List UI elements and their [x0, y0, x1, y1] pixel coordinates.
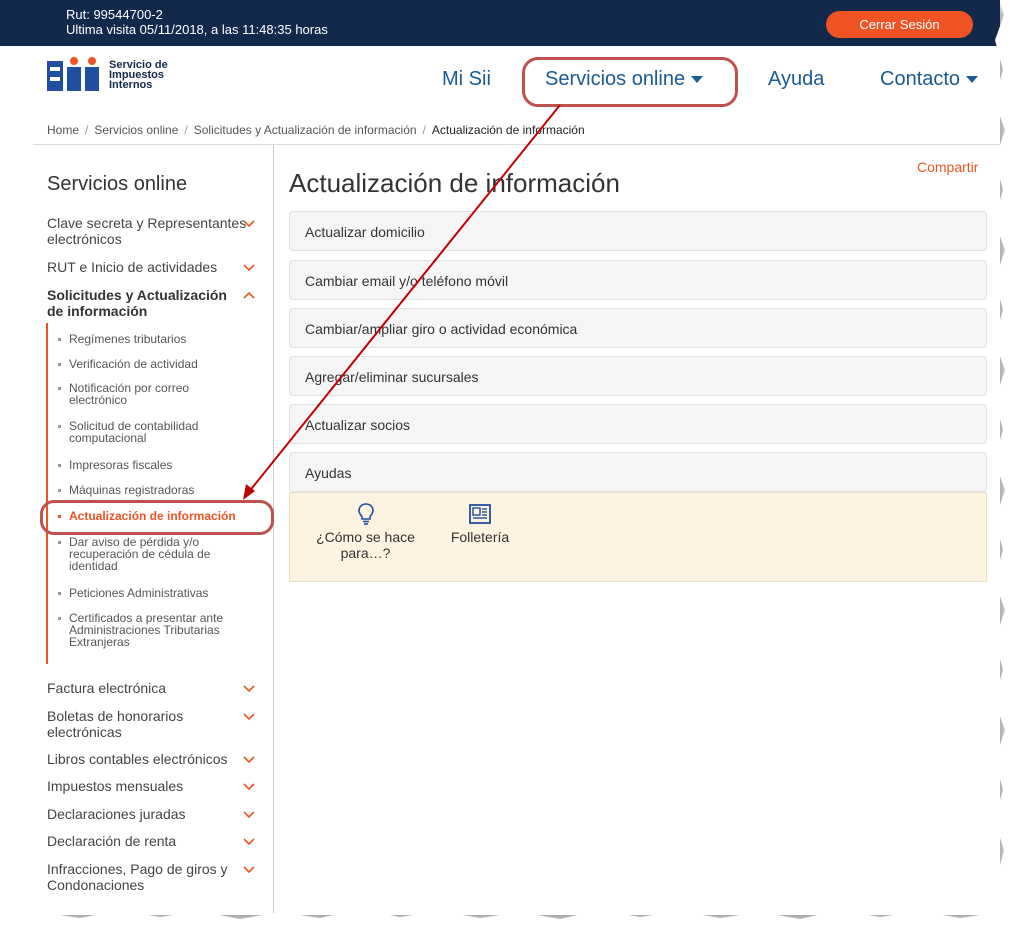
chevron-down-icon[interactable]	[243, 713, 255, 723]
submenu-item-maquinas[interactable]: Máquinas registradoras	[58, 484, 258, 496]
panel-sucursales[interactable]: Agregar/eliminar sucursales	[289, 356, 987, 396]
sidebar-title: Servicios online	[47, 173, 188, 195]
sii-logo-text: Servicio de Impuestos Internos	[109, 60, 168, 91]
chevron-down-icon[interactable]	[243, 811, 255, 821]
panel-label: Cambiar email y/o teléfono móvil	[305, 273, 509, 289]
panel-cambiar-email[interactable]: Cambiar email y/o teléfono móvil	[289, 260, 987, 300]
chevron-down-icon[interactable]	[243, 264, 255, 274]
rut-label: Rut: 99544700-2	[66, 7, 163, 22]
panel-label: Actualizar domicilio	[305, 224, 425, 240]
nav-contacto-label: Contacto	[880, 68, 961, 90]
panel-label: Agregar/eliminar sucursales	[305, 369, 479, 385]
sidebar-item-renta[interactable]: Declaración de renta	[47, 833, 257, 849]
page-title: Actualización de información	[289, 168, 620, 198]
panel-ayudas[interactable]: Ayudas	[289, 452, 987, 492]
sidebar-item-rut[interactable]: RUT e Inicio de actividades	[47, 259, 257, 275]
sidebar-item-solicitudes[interactable]: Solicitudes y Actualización de informaci…	[47, 287, 243, 319]
submenu-item-contabilidad[interactable]: Solicitud de contabilidad computacional	[58, 420, 258, 444]
sii-logo-mark	[47, 57, 99, 91]
logo-line-3: Internos	[109, 79, 153, 91]
chevron-down-icon[interactable]	[243, 685, 255, 695]
submenu-item-cedula[interactable]: Dar aviso de pérdida y/o recuperación de…	[58, 536, 258, 572]
chevron-down-icon[interactable]	[243, 220, 255, 230]
sidebar-item-declaraciones[interactable]: Declaraciones juradas	[47, 806, 257, 822]
chevron-down-icon[interactable]	[243, 866, 255, 876]
help-folleteria[interactable]: Folletería	[440, 503, 520, 545]
breadcrumb-home[interactable]: Home	[47, 123, 79, 137]
nav-contacto[interactable]: Contacto	[880, 68, 979, 91]
user-session-info: Rut: 99544700-2 Ultima visita 05/11/2018…	[66, 7, 328, 37]
lightbulb-icon	[357, 503, 374, 525]
panel-label: Cambiar/ampliar giro o actividad económi…	[305, 321, 578, 337]
annotation-ring-actualizacion	[40, 500, 274, 535]
last-visit-label: Ultima visita 05/11/2018, a las 11:48:35…	[66, 22, 328, 37]
newspaper-icon	[469, 504, 491, 524]
panel-socios[interactable]: Actualizar socios	[289, 404, 987, 444]
panel-actualizar-domicilio[interactable]: Actualizar domicilio	[289, 211, 987, 251]
breadcrumb-servicios[interactable]: Servicios online	[94, 123, 178, 137]
breadcrumb: Home / Servicios online / Solicitudes y Actu…	[47, 123, 585, 137]
sidebar-item-clave[interactable]: Clave secreta y Representantes electróni…	[47, 215, 257, 247]
submenu-item-verificacion[interactable]: Verificación de actividad	[58, 358, 258, 370]
top-bar: Rut: 99544700-2 Ultima visita 05/11/2018…	[0, 0, 1000, 46]
help-folleteria-label: Folletería	[450, 529, 510, 545]
ayudas-panel-body: ¿Cómo se hace para…? Folletería	[289, 492, 987, 582]
browser-page: Rut: 99544700-2 Ultima visita 05/11/2018…	[0, 0, 1000, 915]
submenu-indicator-line	[46, 323, 48, 664]
sii-logo[interactable]: Servicio de Impuestos Internos	[47, 57, 187, 91]
panel-cambiar-giro[interactable]: Cambiar/ampliar giro o actividad económi…	[289, 308, 987, 348]
chevron-up-icon[interactable]	[243, 291, 255, 301]
chevron-down-icon[interactable]	[243, 756, 255, 766]
help-como-se-hace[interactable]: ¿Cómo se hace para…?	[308, 503, 423, 561]
nav-mi-sii[interactable]: Mi Sii	[442, 68, 491, 91]
logout-button[interactable]: Cerrar Sesión	[826, 11, 973, 38]
chevron-down-icon[interactable]	[243, 783, 255, 793]
submenu-item-regimenes[interactable]: Regímenes tributarios	[58, 333, 258, 345]
submenu-item-peticiones[interactable]: Peticiones Administrativas	[58, 587, 258, 599]
submenu-item-notificacion[interactable]: Notificación por correo electrónico	[58, 382, 258, 406]
caret-down-icon	[966, 76, 979, 84]
submenu-item-certificados[interactable]: Certificados a presentar ante Administra…	[58, 612, 258, 648]
submenu-item-impresoras[interactable]: Impresoras fiscales	[58, 459, 258, 471]
sidebar-item-boletas[interactable]: Boletas de honorarios electrónicas	[47, 708, 217, 740]
nav-ayuda[interactable]: Ayuda	[768, 68, 824, 91]
sidebar-item-factura[interactable]: Factura electrónica	[47, 680, 257, 696]
chevron-down-icon[interactable]	[243, 838, 255, 848]
breadcrumb-current: Actualización de información	[431, 123, 585, 137]
site-header: Servicio de Impuestos Internos Mi Sii Se…	[0, 46, 1000, 116]
sidebar-item-infracciones[interactable]: Infracciones, Pago de giros y Condonacio…	[47, 861, 257, 893]
sidebar-item-libros[interactable]: Libros contables electrónicos	[47, 751, 257, 767]
help-como-label: ¿Cómo se hace para…?	[316, 529, 415, 561]
annotation-ring-servicios	[522, 57, 738, 107]
share-link[interactable]: Compartir	[917, 159, 978, 175]
panel-label: Actualizar socios	[305, 417, 411, 433]
panel-label: Ayudas	[305, 465, 352, 481]
breadcrumb-solicitudes[interactable]: Solicitudes y Actualización de informaci…	[194, 123, 417, 137]
sidebar-item-impuestos[interactable]: Impuestos mensuales	[47, 778, 257, 794]
